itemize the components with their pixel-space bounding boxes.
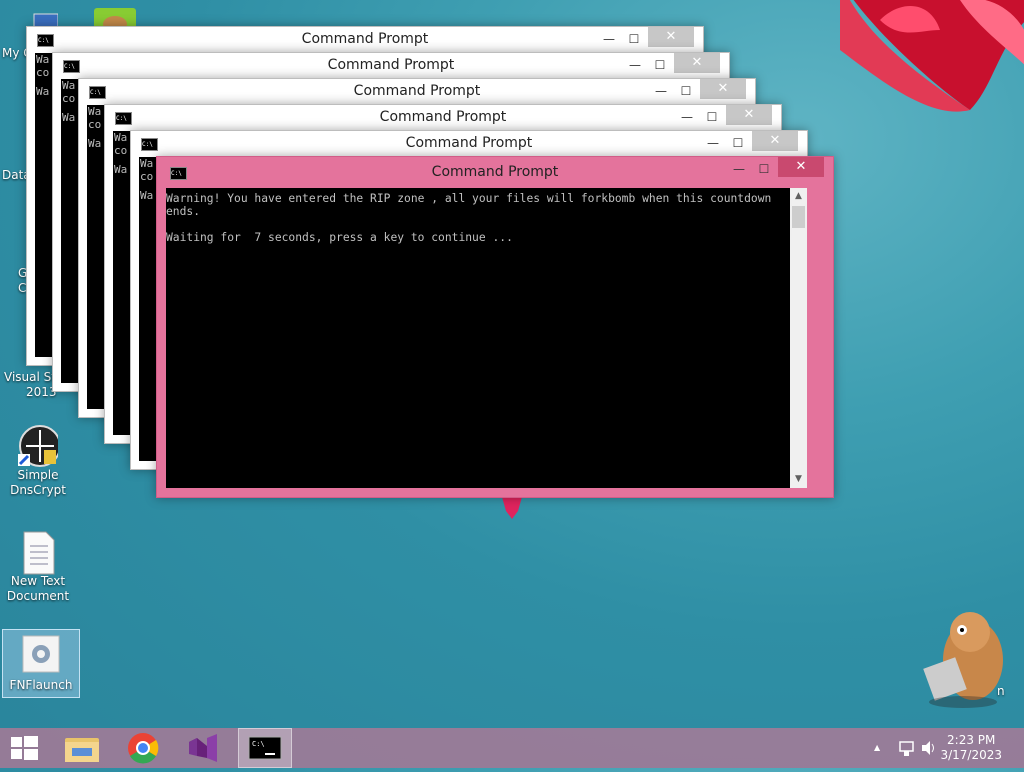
desktop-icon-label: n	[997, 684, 1005, 698]
console-area[interactable]: Warning! You have entered the RIP zone ,…	[166, 188, 807, 488]
hamster-desktop-icon[interactable]	[918, 602, 1008, 710]
maximize-button[interactable]: ☐	[674, 81, 698, 101]
chevron-up-icon: ▲	[874, 743, 881, 752]
system-clock[interactable]: 2:23 PM 3/17/2023	[940, 733, 1002, 763]
cmd-window-active[interactable]: C:\ Command Prompt — ☐ ✕ Warning! You ha…	[156, 156, 834, 498]
desktop-icon-label: DnsCrypt	[10, 483, 66, 497]
clock-date: 3/17/2023	[940, 748, 1002, 762]
folder-icon	[65, 738, 99, 762]
close-button[interactable]: ✕	[752, 131, 798, 151]
clock-time: 2:23 PM	[947, 733, 996, 747]
minimize-button[interactable]: —	[623, 55, 647, 75]
maximize-button[interactable]: ☐	[622, 29, 646, 49]
minimize-button[interactable]: —	[727, 159, 751, 179]
scroll-down-arrow-icon[interactable]: ▼	[790, 471, 807, 488]
desktop-icon-label: FNFlaunch	[9, 678, 73, 692]
close-button[interactable]: ✕	[648, 27, 694, 47]
title-bar[interactable]: C:\ Command Prompt — ☐ ✕	[27, 27, 703, 53]
minimize-button[interactable]: —	[675, 107, 699, 127]
text-document-icon	[18, 530, 58, 575]
desktop-icon-new-text-document[interactable]: New Text Document	[0, 526, 76, 604]
volume-icon[interactable]	[920, 728, 938, 768]
taskbar-chrome[interactable]	[116, 728, 170, 768]
title-bar[interactable]: C:\ Command Prompt — ☐ ✕	[131, 131, 807, 157]
minimize-button[interactable]: —	[649, 81, 673, 101]
minimize-button[interactable]: —	[597, 29, 621, 49]
desktop-icon-label: Document	[6, 589, 70, 603]
chrome-icon	[128, 733, 159, 764]
show-hidden-icons-button[interactable]: ▲	[874, 728, 880, 768]
desktop-icon-label: Simple	[17, 468, 59, 482]
taskbar-file-explorer[interactable]	[56, 728, 110, 768]
vertical-scrollbar[interactable]: ▲ ▼	[790, 188, 807, 488]
taskbar-visual-studio[interactable]	[177, 728, 231, 768]
minimize-button[interactable]: —	[701, 133, 725, 153]
svg-text:C:\: C:\	[252, 740, 265, 748]
command-prompt-icon: C:\	[248, 736, 282, 760]
taskbar: C:\ ▲ 2:23 PM 3/17/2023	[0, 728, 1024, 768]
scroll-up-arrow-icon[interactable]: ▲	[790, 188, 807, 205]
title-bar[interactable]: C:\ Command Prompt — ☐ ✕	[53, 53, 729, 79]
start-button[interactable]	[0, 728, 54, 768]
scroll-thumb[interactable]	[792, 206, 805, 228]
wallpaper-petal	[502, 497, 522, 519]
close-button[interactable]: ✕	[726, 105, 772, 125]
desktop-icon-simple-dnscrypt[interactable]: Simple DnsCrypt	[0, 420, 76, 498]
desktop-icon-label: New Text	[10, 574, 66, 588]
visual-studio-icon	[189, 734, 217, 762]
title-bar[interactable]: C:\ Command Prompt — ☐ ✕	[157, 157, 833, 183]
maximize-button[interactable]: ☐	[726, 133, 750, 153]
settings-gear-icon	[21, 634, 61, 676]
close-button[interactable]: ✕	[674, 53, 720, 73]
title-bar[interactable]: C:\ Command Prompt — ☐ ✕	[105, 105, 781, 131]
close-button[interactable]: ✕	[700, 79, 746, 99]
network-icon[interactable]	[898, 728, 916, 768]
windows-logo-icon	[11, 736, 38, 760]
taskbar-command-prompt[interactable]: C:\	[238, 728, 292, 768]
maximize-button[interactable]: ☐	[648, 55, 672, 75]
maximize-button[interactable]: ☐	[700, 107, 724, 127]
dnscrypt-icon	[18, 424, 61, 467]
desktop-icon-fnflaunch[interactable]: FNFlaunch	[2, 629, 80, 698]
maximize-button[interactable]: ☐	[752, 159, 776, 179]
console-text: Warning! You have entered the RIP zone ,…	[166, 192, 772, 244]
close-button[interactable]: ✕	[778, 157, 824, 177]
title-bar[interactable]: C:\ Command Prompt — ☐ ✕	[79, 79, 755, 105]
